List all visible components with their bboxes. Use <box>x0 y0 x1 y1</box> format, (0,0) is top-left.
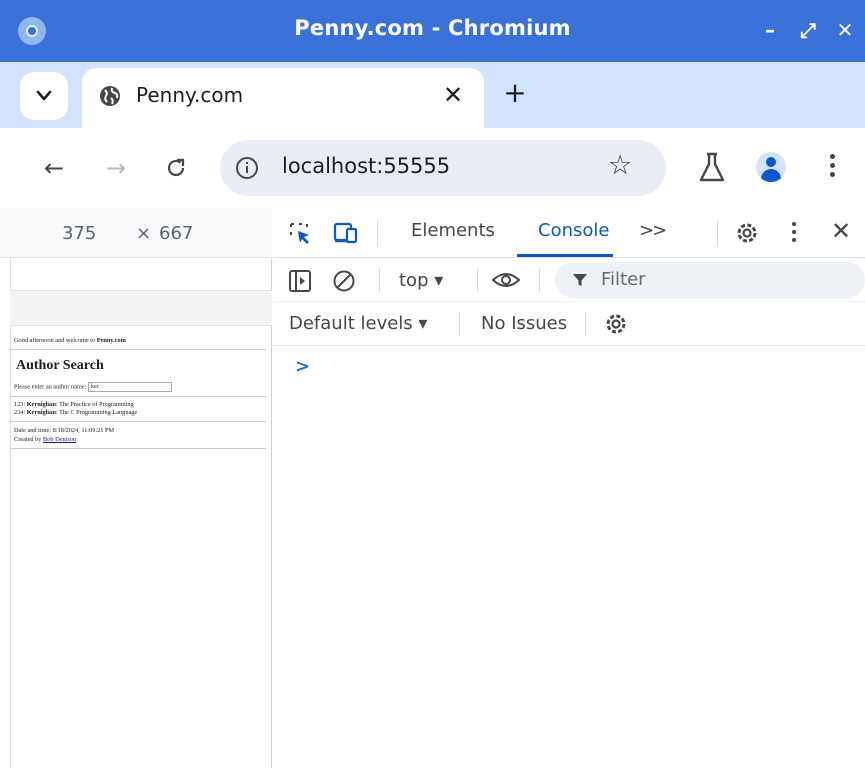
flask-icon[interactable] <box>697 150 727 184</box>
result-author: Kernighan <box>26 401 56 408</box>
divider <box>10 349 266 350</box>
window-title: Penny.com - Chromium <box>294 16 571 40</box>
url-text[interactable]: localhost:55555 <box>282 154 450 178</box>
created-by: Created by Bob Denison <box>14 435 270 444</box>
result-author: Kernighan <box>26 409 56 416</box>
avatar-body <box>761 169 781 182</box>
kebab-icon[interactable] <box>822 150 842 184</box>
result-id: 123: <box>14 401 26 408</box>
log-levels-dropdown[interactable]: Default levels ▾ <box>289 313 427 334</box>
minimize-button[interactable]: – <box>755 14 785 46</box>
toolbar-separator <box>539 268 540 292</box>
toolbar-separator <box>477 268 478 292</box>
context-selector[interactable]: top ▾ <box>399 270 443 291</box>
clear-console-icon[interactable] <box>331 268 357 294</box>
greeting-site: Penny.com <box>96 337 126 344</box>
author-prompt-label: Please enter an author name: <box>14 383 88 391</box>
author-prompt: Please enter an author name: ker <box>14 382 270 392</box>
tab-elements[interactable]: Elements <box>411 220 495 241</box>
toolbar-separator <box>377 220 378 246</box>
avatar-head <box>766 157 776 167</box>
site-info-icon[interactable] <box>234 155 260 181</box>
tab-title: Penny.com <box>136 83 244 107</box>
device-dimensions-bar: 375 × 667 <box>0 208 272 258</box>
console-toolbar: top ▾ Filter <box>273 258 865 302</box>
page-content: Good afternoon and welcome to Penny.com … <box>10 332 270 453</box>
tab-penny[interactable]: Penny.com ✕ <box>82 68 484 128</box>
filter-placeholder: Filter <box>601 269 646 290</box>
close-window-button[interactable]: ✕ <box>830 14 860 46</box>
created-prefix: Created by <box>14 436 44 443</box>
devtools-tabbar: Elements Console >> ✕ <box>273 208 865 258</box>
result-row: 234: Kernighan: The C Programming Langua… <box>14 409 270 417</box>
viewport-height[interactable]: 667 <box>159 223 193 244</box>
tab-strip: Penny.com ✕ + <box>0 62 865 128</box>
page-heading: Author Search <box>16 358 104 373</box>
profile-avatar[interactable] <box>756 152 786 182</box>
reload-icon <box>167 158 185 177</box>
reload-button[interactable] <box>158 150 194 186</box>
more-tabs-button[interactable]: >> <box>639 220 667 241</box>
toolbar-separator <box>585 312 586 336</box>
toolbar-separator <box>379 268 380 292</box>
greeting-text: Good afternoon and welcome to Penny.com <box>14 336 270 345</box>
console-prompt-caret[interactable]: > <box>295 356 310 377</box>
close-devtools-button[interactable]: ✕ <box>831 217 851 245</box>
viewport-ruler <box>10 290 272 326</box>
globe-icon <box>100 86 120 106</box>
viewport-edge <box>10 258 11 768</box>
maximize-button[interactable]: ⤢ <box>793 14 823 46</box>
forward-button[interactable]: → <box>98 150 134 186</box>
divider <box>10 421 266 422</box>
levels-bar: Default levels ▾ No Issues <box>273 302 865 346</box>
browser-toolbar: ← → localhost:55555 ☆ <box>0 128 865 208</box>
divider <box>10 396 266 397</box>
device-viewport: 375 × 667 Good afternoon and welcome to … <box>0 208 272 768</box>
tab-close-button[interactable]: ✕ <box>436 78 470 112</box>
result-row: 123: Kernighan: The Practice of Programm… <box>14 401 270 409</box>
console-settings-gear-icon[interactable] <box>603 311 629 337</box>
tab-search-button[interactable] <box>20 72 68 120</box>
greeting-prefix: Good afternoon and welcome to <box>14 337 97 344</box>
bookmark-star-icon[interactable]: ☆ <box>608 150 632 181</box>
eye-icon[interactable] <box>491 267 521 293</box>
devtools-panel: Elements Console >> ✕ top ▾ Filter Defau… <box>273 208 865 768</box>
chevron-down-icon <box>36 90 52 101</box>
address-bar[interactable]: localhost:55555 ☆ <box>220 140 666 196</box>
result-title: : The C Programming Language <box>55 409 138 416</box>
back-button[interactable]: ← <box>36 150 72 186</box>
toolbar-separator <box>459 312 460 336</box>
issues-button[interactable]: No Issues <box>481 313 567 334</box>
sidebar-toggle-icon[interactable] <box>287 268 313 294</box>
active-tab-indicator <box>517 254 613 257</box>
inspect-element-icon[interactable] <box>287 220 313 246</box>
settings-gear-icon[interactable] <box>734 220 760 246</box>
datetime-text: Date and time: 8/18/2024, 11:09:21 PM <box>14 427 115 434</box>
tab-console[interactable]: Console <box>538 220 609 241</box>
result-id: 234: <box>14 409 26 416</box>
filter-input[interactable]: Filter <box>555 262 865 298</box>
divider <box>10 448 266 449</box>
result-title: : The Practice of Programming <box>55 401 134 408</box>
device-toolbar-icon[interactable] <box>333 220 359 246</box>
new-tab-button[interactable]: + <box>498 76 532 110</box>
title-bar: Penny.com - Chromium – ⤢ ✕ <box>0 0 865 62</box>
author-link[interactable]: Bob Denison <box>43 436 76 443</box>
filter-funnel-icon <box>573 274 587 286</box>
viewport-width[interactable]: 375 <box>62 223 96 244</box>
dimension-times: × <box>136 223 152 244</box>
author-search-input[interactable]: ker <box>87 382 172 392</box>
devtools-menu-icon[interactable] <box>789 222 799 246</box>
toolbar-separator <box>717 220 718 246</box>
